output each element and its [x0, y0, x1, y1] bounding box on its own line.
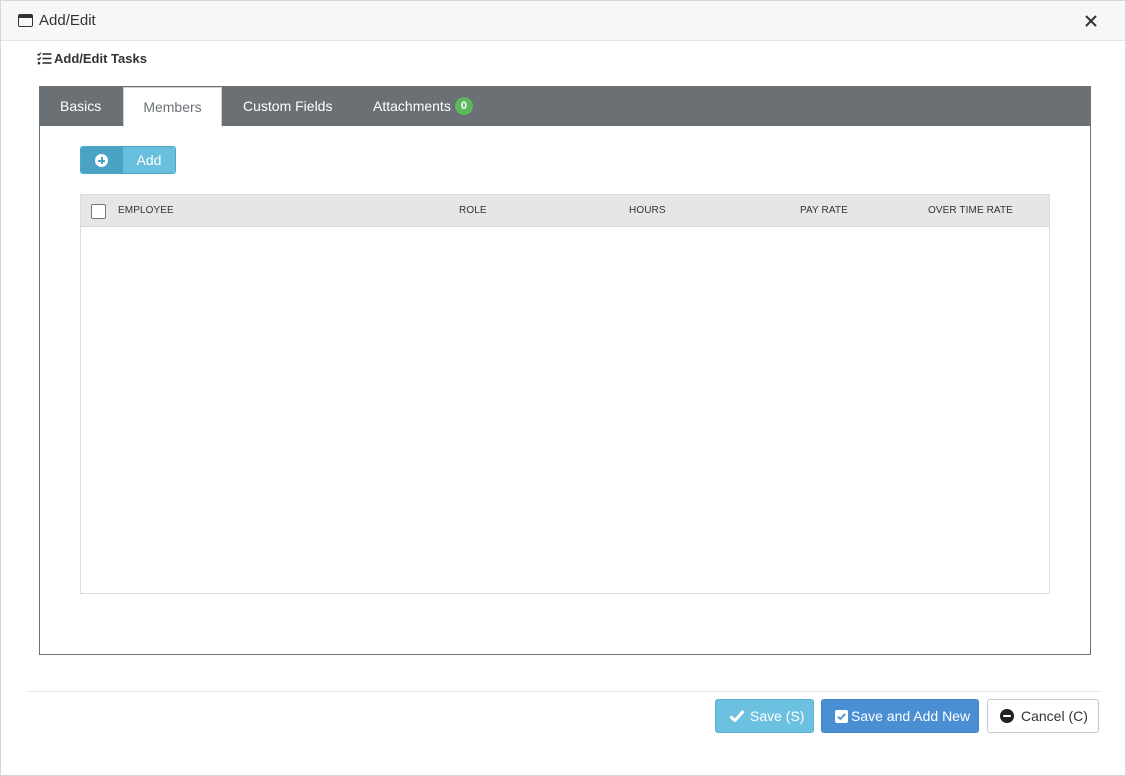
cancel-button-label: Cancel (C) [1021, 708, 1088, 724]
dialog-titlebar: Add/Edit [1, 1, 1125, 41]
add-edit-dialog: Add/Edit Add/Edit Tasks Basics Members C… [0, 0, 1126, 776]
footer-divider [27, 691, 1101, 692]
tab-label: Basics [60, 98, 102, 114]
dialog-title: Add/Edit [39, 12, 96, 29]
tasks-list-icon [37, 52, 52, 65]
window-icon [18, 14, 33, 27]
save-button-label: Save (S) [750, 708, 805, 724]
column-header-pay-rate[interactable]: PAY RATE [800, 205, 848, 216]
tab-label: Attachments [373, 98, 451, 114]
grid-header: EMPLOYEE ROLE HOURS PAY RATE OVER TIME R… [81, 195, 1049, 227]
save-button[interactable]: Save (S) [715, 699, 814, 733]
tab-attachments[interactable]: Attachments 0 [373, 87, 473, 126]
section-title: Add/Edit Tasks [54, 51, 147, 66]
members-grid: EMPLOYEE ROLE HOURS PAY RATE OVER TIME R… [80, 194, 1050, 594]
tab-members[interactable]: Members [123, 87, 222, 127]
column-header-role[interactable]: ROLE [459, 205, 487, 216]
plus-circle-icon [95, 154, 108, 167]
column-header-overtime-rate[interactable]: OVER TIME RATE [928, 205, 1013, 216]
minus-circle-icon [1000, 709, 1014, 723]
attachments-count-badge: 0 [454, 97, 473, 116]
tab-custom-fields[interactable]: Custom Fields [243, 87, 332, 126]
tab-label: Members [143, 99, 202, 115]
column-header-employee[interactable]: EMPLOYEE [118, 205, 174, 216]
select-all-checkbox[interactable] [91, 204, 106, 219]
tab-bar: Basics Members Custom Fields Attachments… [40, 87, 1090, 127]
check-square-icon [835, 710, 848, 723]
add-button-label: Add [123, 147, 175, 173]
tab-label: Custom Fields [243, 98, 333, 114]
add-member-button[interactable]: Add [80, 146, 176, 174]
cancel-button[interactable]: Cancel (C) [987, 699, 1099, 733]
column-header-hours[interactable]: HOURS [629, 205, 666, 216]
close-icon [1085, 15, 1097, 27]
tab-basics[interactable]: Basics [60, 87, 101, 126]
tab-panel: Basics Members Custom Fields Attachments… [39, 86, 1091, 655]
check-icon [729, 709, 745, 722]
add-icon-area [81, 147, 123, 173]
close-button[interactable] [1081, 11, 1101, 31]
save-and-add-new-label: Save and Add New [851, 708, 971, 724]
grid-body [81, 228, 1049, 593]
save-and-add-new-button[interactable]: Save and Add New [821, 699, 979, 733]
